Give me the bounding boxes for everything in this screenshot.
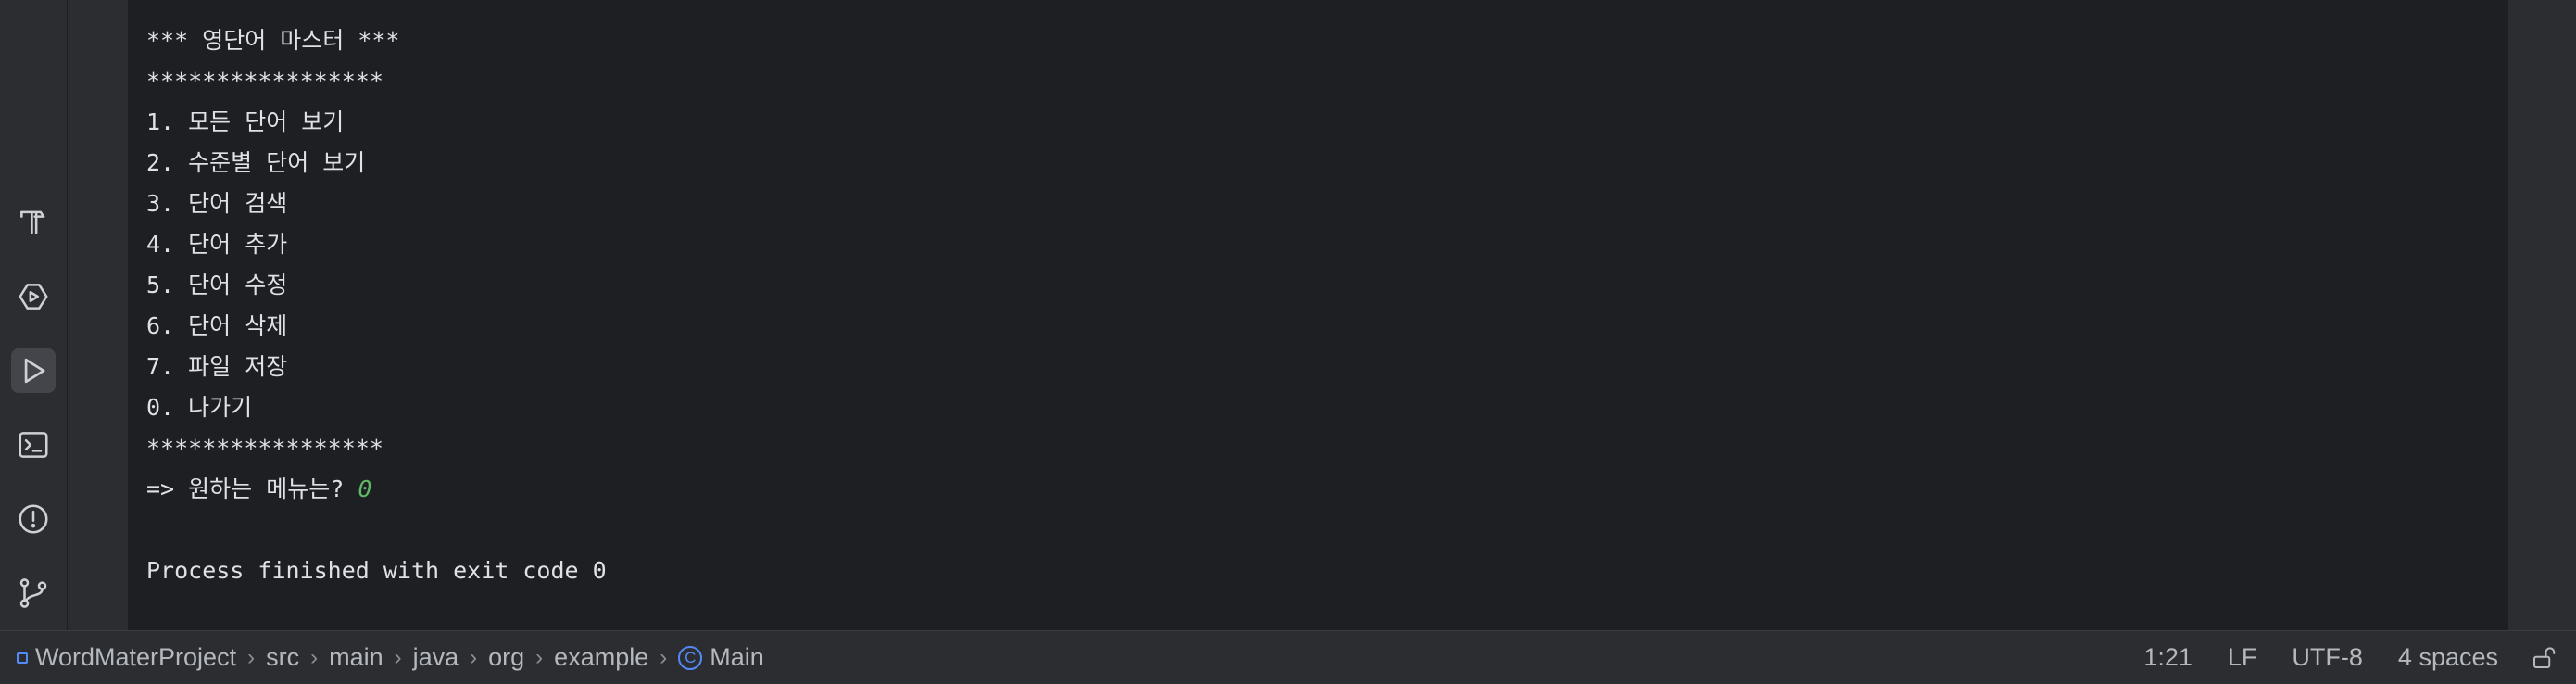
console-line: 0. 나가기	[146, 394, 253, 421]
console-line: 7. 파일 저장	[146, 353, 288, 380]
module-icon	[17, 652, 28, 664]
breadcrumb-label: WordMaterProject	[35, 643, 237, 671]
breadcrumb-project[interactable]: WordMaterProject	[17, 643, 236, 672]
chevron-right-icon: ›	[247, 644, 256, 670]
breadcrumb-label: example	[554, 643, 649, 671]
services-icon[interactable]	[11, 274, 56, 319]
line-separator[interactable]: LF	[2228, 643, 2257, 672]
unlock-icon[interactable]	[2530, 644, 2557, 672]
chevron-right-icon: ›	[310, 644, 319, 670]
ide-window: ----------------------------------------…	[0, 0, 2576, 684]
terminal-icon[interactable]	[11, 423, 56, 467]
run-console[interactable]: ----------------------------------------…	[128, 0, 2508, 630]
breadcrumb-label: org	[488, 643, 525, 671]
console-partial-line: ----------------------------------------	[146, 0, 704, 6]
file-encoding[interactable]: UTF-8	[2292, 643, 2363, 672]
console-output: *** 영단어 마스터 *** ***************** 1. 모든 …	[146, 20, 607, 591]
console-line: 4. 단어 추가	[146, 231, 288, 258]
status-bar: WordMaterProject › src › main › java › o…	[0, 630, 2576, 684]
console-user-input: 0	[358, 475, 372, 502]
breadcrumb-org[interactable]: org	[488, 643, 524, 672]
breadcrumb: WordMaterProject › src › main › java › o…	[17, 643, 2108, 672]
console-exit-message: Process finished with exit code 0	[146, 557, 607, 584]
console-line: 1. 모든 단어 보기	[146, 108, 345, 135]
indent-setting[interactable]: 4 spaces	[2398, 643, 2498, 672]
breadcrumb-label: java	[412, 643, 459, 671]
breadcrumb-main[interactable]: main	[329, 643, 383, 672]
console-line: *** 영단어 마스터 ***	[146, 27, 400, 54]
build-hammer-icon[interactable]	[11, 200, 56, 245]
right-scroll-gutter[interactable]	[2508, 0, 2576, 630]
run-icon[interactable]	[11, 348, 56, 393]
console-line: 5. 단어 수정	[146, 272, 288, 298]
git-icon[interactable]	[11, 571, 56, 615]
console-line: 3. 단어 검색	[146, 190, 288, 217]
console-blank-line	[146, 510, 607, 551]
console-prompt-line: => 원하는 메뉴는? 0	[146, 469, 607, 510]
chevron-right-icon: ›	[470, 644, 478, 670]
editor-gutter	[67, 0, 129, 630]
problems-icon[interactable]	[11, 497, 56, 541]
chevron-right-icon: ›	[394, 644, 402, 670]
status-widgets: 1:21 LF UTF-8 4 spaces	[2108, 643, 2557, 672]
console-line: 2. 수준별 단어 보기	[146, 149, 366, 176]
breadcrumb-label: main	[329, 643, 383, 671]
caret-position[interactable]: 1:21	[2143, 643, 2193, 672]
breadcrumb-java[interactable]: java	[413, 643, 459, 672]
tool-window-stripe	[0, 0, 67, 630]
breadcrumb-label: src	[266, 643, 300, 671]
console-line: *****************	[146, 68, 383, 95]
breadcrumb-src[interactable]: src	[266, 643, 299, 672]
chevron-right-icon: ›	[660, 644, 668, 670]
breadcrumb-main-class[interactable]: C Main	[678, 643, 764, 672]
class-icon: C	[678, 645, 703, 670]
breadcrumb-example[interactable]: example	[554, 643, 648, 672]
chevron-right-icon: ›	[535, 644, 544, 670]
console-prompt: => 원하는 메뉴는?	[146, 475, 358, 502]
console-line: 6. 단어 삭제	[146, 312, 288, 339]
breadcrumb-label: Main	[710, 643, 764, 671]
console-line: *****************	[146, 435, 383, 462]
